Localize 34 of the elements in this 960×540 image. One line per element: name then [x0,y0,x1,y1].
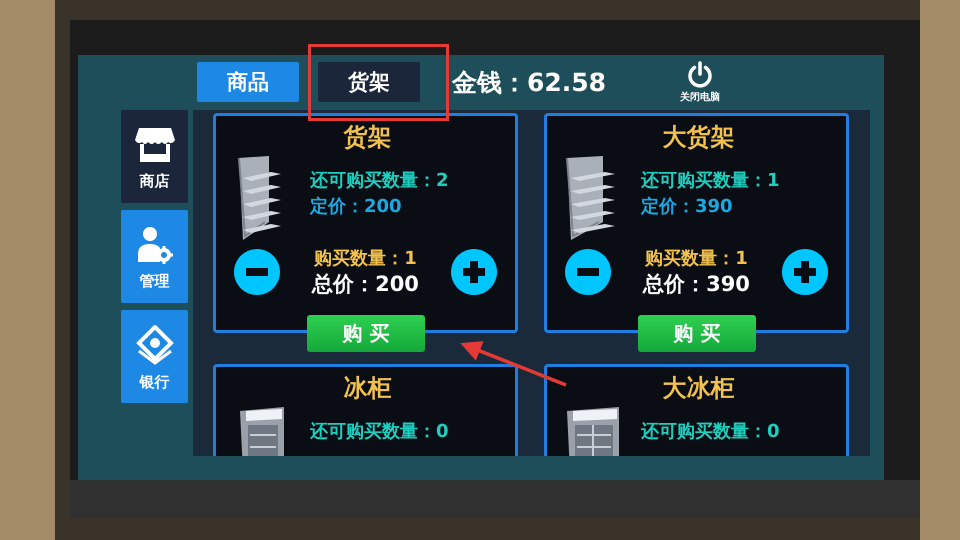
sidebar-tab-label: 银行 [140,373,170,392]
remaining-count: 还可购买数量：1 [641,169,780,192]
sidebar-tab-label: 管理 [140,272,170,291]
total-price: 总价：390 [643,271,750,298]
store-icon [134,126,174,164]
sidebar-tab[interactable]: 商店 [121,110,188,203]
remaining-count: 还可购买数量：2 [310,169,449,192]
unit-price: 定价：390 [641,195,734,218]
sidebar-tab[interactable]: 银行 [121,310,188,403]
product-name: 货架 [342,122,392,153]
sidebar-tab[interactable]: 管理 [121,210,188,303]
shutdown-button[interactable]: 关闭电脑 [680,60,720,104]
product-name: 大冰柜 [662,373,736,404]
category-tab[interactable]: 货架 [318,62,420,102]
product-name: 冰柜 [342,373,392,404]
purchase-quantity: 购买数量：1 [314,247,417,270]
remaining-count: 还可购买数量：0 [310,420,449,443]
category-tab[interactable]: 商品 [197,62,299,102]
buy-button[interactable]: 购 买 [307,315,425,352]
purchase-quantity: 购买数量：1 [645,247,748,270]
buy-button[interactable]: 购 买 [638,315,756,352]
money-display: 金钱：62.58 [452,66,606,98]
minus-button[interactable] [234,249,280,295]
remaining-count: 还可购买数量：0 [641,420,780,443]
power-icon [686,60,714,88]
product-name: 大货架 [662,122,736,153]
minus-button[interactable] [565,249,611,295]
sidebar-tab-label: 商店 [140,172,170,191]
plus-button[interactable] [451,249,497,295]
person-gear-icon [136,226,172,264]
money-icon [136,325,174,365]
unit-price: 定价：200 [310,195,403,218]
plus-button[interactable] [782,249,828,295]
total-price: 总价：200 [312,271,419,298]
